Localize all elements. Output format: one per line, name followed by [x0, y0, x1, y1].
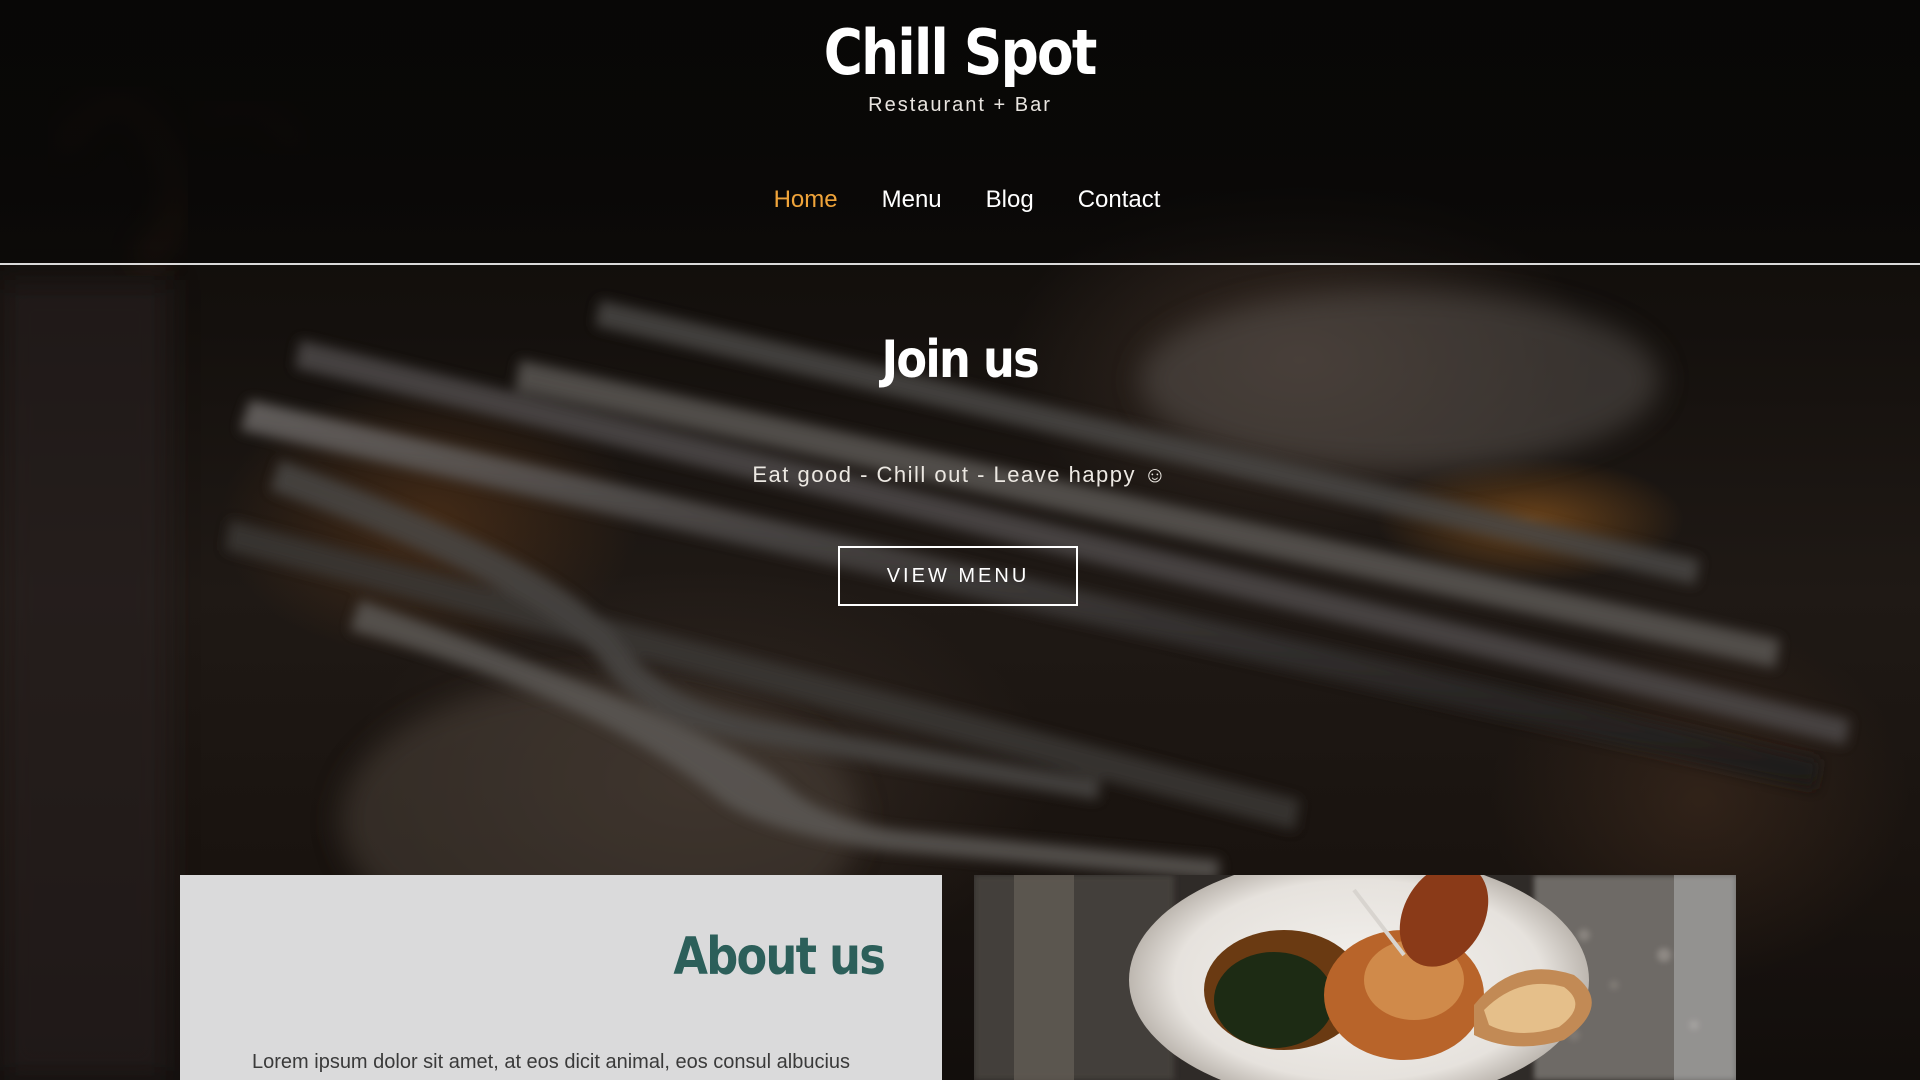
site-tagline: Restaurant + Bar	[868, 94, 1052, 116]
hero-title: Join us	[881, 330, 1039, 390]
nav-item-blog[interactable]: Blog	[986, 186, 1034, 214]
about-card: About us Lorem ipsum dolor sit amet, at …	[180, 875, 942, 1080]
page: Chill Spot Restaurant + Bar Home Menu Bl…	[0, 0, 1920, 1080]
nav-item-home[interactable]: Home	[774, 186, 838, 214]
hero-subtitle: Eat good - Chill out - Leave happy ☺	[752, 462, 1168, 487]
about-title: About us	[673, 927, 886, 987]
about-food-photo	[974, 875, 1736, 1080]
header-divider	[0, 263, 1920, 265]
about-text: Lorem ipsum dolor sit amet, at eos dicit…	[252, 1051, 851, 1073]
food-illustration	[974, 875, 1736, 1080]
nav-item-contact[interactable]: Contact	[1078, 186, 1161, 214]
site-logo[interactable]: Chill Spot	[134, 16, 1785, 89]
view-menu-button[interactable]: VIEW MENU	[838, 546, 1078, 606]
main-nav: Home Menu Blog Contact	[0, 186, 1920, 214]
nav-item-menu[interactable]: Menu	[882, 186, 942, 214]
